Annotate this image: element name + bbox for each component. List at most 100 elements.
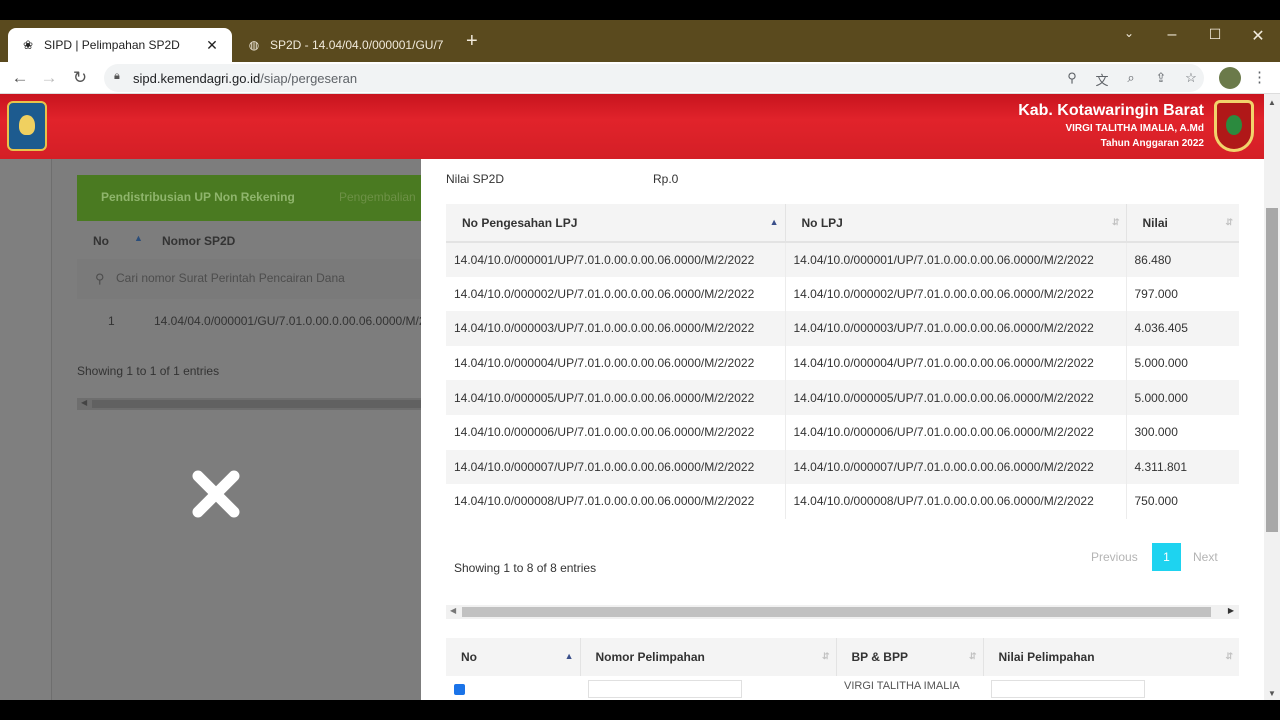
scroll-left-icon[interactable]: ◀ bbox=[81, 398, 87, 407]
minimize-icon[interactable]: – bbox=[1157, 26, 1187, 44]
cell-no-lpj: 14.04/10.0/000005/UP/7.01.0.00.0.00.06.0… bbox=[785, 380, 1127, 415]
scroll-down-icon[interactable]: ▼ bbox=[1268, 689, 1276, 698]
cell-nilai: 86.480 bbox=[1126, 242, 1239, 277]
region-crest-logo bbox=[1214, 100, 1254, 152]
cell-no-lpj: 14.04/10.0/000006/UP/7.01.0.00.0.00.06.0… bbox=[785, 414, 1127, 450]
scroll-right-icon[interactable]: ▶ bbox=[1228, 606, 1234, 615]
chevron-down-icon[interactable]: ⌄ bbox=[1114, 26, 1144, 40]
close-x-icon[interactable] bbox=[190, 468, 242, 520]
browser-toolbar: ← → ↻ 🔒︎ sipd.kemendagri.go.id/siap/perg… bbox=[0, 62, 1280, 94]
cell-no-lpj: 14.04/10.0/000008/UP/7.01.0.00.0.00.06.0… bbox=[785, 484, 1127, 519]
cell-no-pengesahan: 14.04/10.0/000007/UP/7.01.0.00.0.00.06.0… bbox=[446, 449, 786, 485]
sort-icon: ⇵ bbox=[1225, 217, 1233, 227]
nilai-input-cell bbox=[983, 676, 1239, 700]
col-nomor-pelimpahan[interactable]: Nomor Pelimpahan ⇵ bbox=[580, 638, 837, 676]
table-row[interactable]: 14.04/10.0/000002/UP/7.01.0.00.0.00.06.0… bbox=[446, 276, 1239, 312]
reload-icon[interactable]: ↻ bbox=[68, 66, 92, 90]
pagination-next[interactable]: Next bbox=[1193, 543, 1218, 571]
location-icon[interactable]: ⚲ bbox=[1063, 70, 1081, 86]
tab-sipd[interactable]: ❀ SIPD | Pelimpahan SP2D ✕ bbox=[8, 28, 232, 62]
sipd-favicon-icon: ❀ bbox=[22, 38, 34, 52]
zoom-icon[interactable]: ⌕ bbox=[1122, 70, 1140, 86]
col-no[interactable]: No ▲ bbox=[446, 638, 581, 676]
pagination-previous[interactable]: Previous bbox=[1091, 543, 1138, 571]
background-tabs: Pendistribusian UP Non Rekening Pengemba… bbox=[77, 175, 422, 221]
bg-col-no[interactable]: No bbox=[93, 234, 109, 248]
search-placeholder: Cari nomor Surat Perintah Pencairan Dana bbox=[116, 271, 345, 285]
scroll-left-icon[interactable]: ◀ bbox=[450, 606, 456, 615]
table-row[interactable]: 14.04/10.0/000007/UP/7.01.0.00.0.00.06.0… bbox=[446, 449, 1239, 485]
table-header-row: No Pengesahan LPJ ▲ No LPJ ⇵ Nilai ⇵ bbox=[446, 204, 1239, 243]
tab-sp2d[interactable]: ◍ SP2D - 14.04/04.0/000001/GU/7.0 bbox=[234, 28, 456, 62]
kemendagri-logo[interactable] bbox=[7, 101, 47, 151]
bg-row-nomor[interactable]: 14.04/04.0/000001/GU/7.01.0.00.0.00.06.0… bbox=[154, 314, 446, 328]
table-row[interactable]: 14.04/10.0/000001/UP/7.01.0.00.0.00.06.0… bbox=[446, 242, 1239, 277]
lpj-modal: Nilai SP2D Rp.0 No Pengesahan LPJ ▲ No LP… bbox=[421, 159, 1264, 700]
new-tab-icon[interactable]: + bbox=[466, 30, 478, 53]
nilai-pelimpahan-input[interactable] bbox=[991, 680, 1145, 698]
col-label: Nilai Pelimpahan bbox=[998, 650, 1095, 664]
page-vertical-scrollbar[interactable]: ▲ ▼ bbox=[1264, 94, 1280, 700]
bg-entries-info: Showing 1 to 1 of 1 entries bbox=[77, 364, 220, 378]
bg-search-field[interactable]: ⚲ Cari nomor Surat Perintah Pencairan Da… bbox=[77, 259, 422, 299]
table-row[interactable]: 14.04/10.0/000003/UP/7.01.0.00.0.00.06.0… bbox=[446, 311, 1239, 346]
lpj-table: No Pengesahan LPJ ▲ No LPJ ⇵ Nilai ⇵ 14.04/… bbox=[446, 204, 1239, 519]
cell-no-lpj: 14.04/10.0/000002/UP/7.01.0.00.0.00.06.0… bbox=[785, 276, 1127, 312]
url-domain: sipd.kemendagri.go.id bbox=[133, 71, 261, 86]
tab-pendistribusian[interactable]: Pendistribusian UP Non Rekening bbox=[101, 190, 295, 204]
profile-avatar[interactable] bbox=[1219, 67, 1241, 89]
url-text: sipd.kemendagri.go.id/siap/pergeseran bbox=[133, 71, 357, 86]
nomor-input-cell bbox=[580, 676, 836, 700]
col-nilai-pelimpahan[interactable]: Nilai Pelimpahan ⇵ bbox=[983, 638, 1239, 676]
translate-icon[interactable]: 文 bbox=[1093, 70, 1111, 89]
cell-nilai: 5.000.000 bbox=[1126, 380, 1239, 415]
entries-info: Showing 1 to 8 of 8 entries bbox=[454, 561, 597, 575]
lock-icon: 🔒︎ bbox=[114, 70, 120, 82]
sort-icon: ⇵ bbox=[1225, 651, 1233, 661]
table-row[interactable]: 14.04/10.0/000006/UP/7.01.0.00.0.00.06.0… bbox=[446, 414, 1239, 450]
bg-col-nomor[interactable]: Nomor SP2D bbox=[162, 234, 235, 248]
close-tab-icon[interactable]: ✕ bbox=[204, 37, 220, 54]
nomor-pelimpahan-input[interactable] bbox=[588, 680, 742, 698]
col-no-pengesahan[interactable]: No Pengesahan LPJ ▲ bbox=[446, 204, 786, 243]
col-no-lpj[interactable]: No LPJ ⇵ bbox=[785, 204, 1127, 243]
close-window-icon[interactable]: ✕ bbox=[1243, 26, 1273, 46]
budget-year: Tahun Anggaran 2022 bbox=[1100, 138, 1204, 149]
table-row: VIRGI TALITHA IMALIA bbox=[446, 676, 1239, 700]
cell-no-lpj: 14.04/10.0/000001/UP/7.01.0.00.0.00.06.0… bbox=[785, 242, 1127, 277]
sort-icon: ⇵ bbox=[821, 651, 830, 661]
table-row[interactable]: 14.04/10.0/000004/UP/7.01.0.00.0.00.06.0… bbox=[446, 345, 1239, 381]
table-row[interactable]: 14.04/10.0/000005/UP/7.01.0.00.0.00.06.0… bbox=[446, 380, 1239, 415]
scroll-thumb[interactable] bbox=[92, 400, 422, 408]
screen: ❀ SIPD | Pelimpahan SP2D ✕ ◍ SP2D - 14.0… bbox=[0, 0, 1280, 720]
pelimpahan-table: No ▲ Nomor Pelimpahan ⇵ BP & BPP ⇵ Nilai Pe… bbox=[446, 638, 1239, 700]
kebab-menu-icon[interactable]: ⋮ bbox=[1252, 68, 1267, 86]
nilai-sp2d-value: Rp.0 bbox=[653, 172, 679, 186]
scroll-thumb[interactable] bbox=[462, 607, 1211, 617]
cell-no-pengesahan: 14.04/10.0/000001/UP/7.01.0.00.0.00.06.0… bbox=[446, 242, 786, 277]
row-checkbox[interactable] bbox=[454, 684, 465, 695]
col-label: Nilai bbox=[1142, 215, 1168, 230]
table-row[interactable]: 14.04/10.0/000008/UP/7.01.0.00.0.00.06.0… bbox=[446, 484, 1239, 519]
bookmark-star-icon[interactable]: ☆ bbox=[1182, 70, 1200, 86]
address-bar[interactable]: 🔒︎ sipd.kemendagri.go.id/siap/pergeseran… bbox=[104, 64, 1204, 92]
col-nilai[interactable]: Nilai ⇵ bbox=[1126, 204, 1239, 243]
horizontal-scrollbar[interactable]: ◀ ▶ bbox=[446, 605, 1239, 619]
scroll-up-icon[interactable]: ▲ bbox=[1268, 98, 1276, 107]
col-bp-bpp[interactable]: BP & BPP ⇵ bbox=[836, 638, 984, 676]
row-checkbox-cell bbox=[446, 676, 580, 700]
forward-icon[interactable]: → bbox=[37, 66, 61, 90]
back-icon[interactable]: ← bbox=[8, 66, 32, 90]
cell-nilai: 4.036.405 bbox=[1126, 311, 1239, 346]
bg-horizontal-scrollbar[interactable]: ◀ bbox=[77, 398, 422, 410]
tab-title: SIPD | Pelimpahan SP2D bbox=[44, 38, 180, 52]
cell-no-pengesahan: 14.04/10.0/000002/UP/7.01.0.00.0.00.06.0… bbox=[446, 276, 786, 312]
cell-no-pengesahan: 14.04/10.0/000003/UP/7.01.0.00.0.00.06.0… bbox=[446, 311, 786, 346]
bottom-black-bar bbox=[0, 700, 1280, 720]
share-icon[interactable]: ⇪ bbox=[1152, 70, 1170, 86]
scroll-thumb[interactable] bbox=[1266, 208, 1278, 532]
cell-nilai: 750.000 bbox=[1126, 484, 1239, 519]
tab-pengembalian[interactable]: Pengembalian bbox=[339, 190, 416, 204]
pagination-page-1[interactable]: 1 bbox=[1152, 543, 1181, 571]
maximize-icon[interactable]: ☐ bbox=[1200, 26, 1230, 43]
